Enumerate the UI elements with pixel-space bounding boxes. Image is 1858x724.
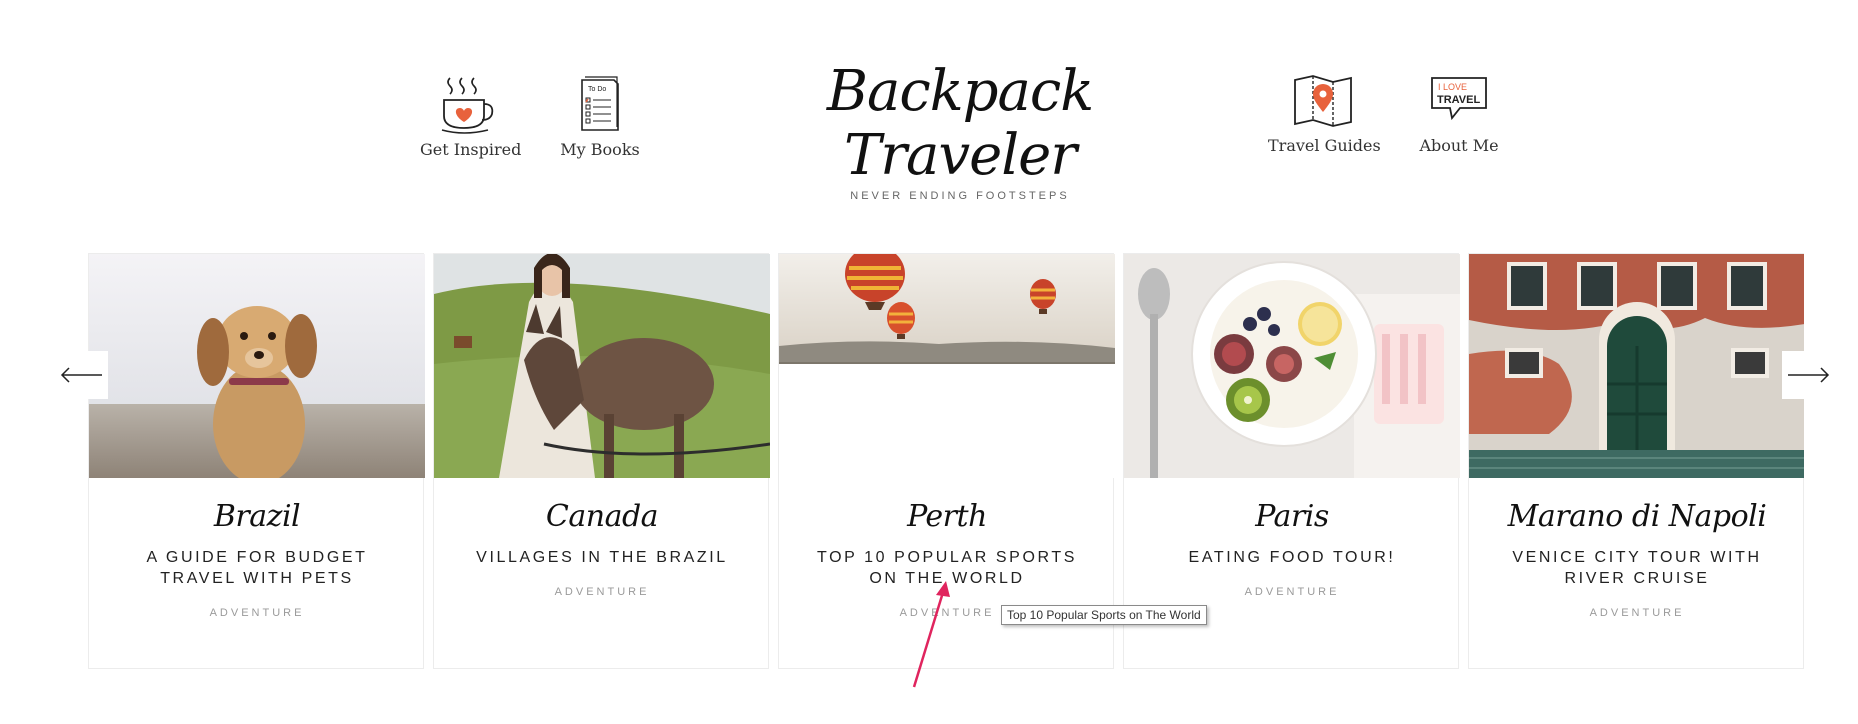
nav-label: About Me <box>1419 136 1499 155</box>
nav-label: My Books <box>560 140 640 159</box>
card-title-line1: VENICE CITY TOUR WITH <box>1512 549 1762 566</box>
slider-prev-button[interactable] <box>56 351 108 399</box>
title-tooltip: Top 10 Popular Sports on The World <box>1001 605 1207 625</box>
site-logo[interactable]: Backpack Traveler NEVER ENDING FOOTSTEPS <box>770 59 1150 203</box>
card-category[interactable]: ADVENTURE <box>434 586 770 598</box>
coffee-cup-icon <box>441 77 494 134</box>
nav-my-books[interactable]: To Do My Books <box>560 74 640 159</box>
card-title[interactable]: VILLAGES IN THE BRAZIL <box>452 547 752 568</box>
hot-air-balloons-photo[interactable] <box>779 254 1115 478</box>
nav-about-me[interactable]: I LOVE TRAVEL About Me <box>1418 74 1500 155</box>
post-card[interactable]: Canada VILLAGES IN THE BRAZIL ADVENTURE <box>433 253 770 669</box>
sign-line1: I LOVE <box>1438 82 1467 92</box>
venice-building-photo[interactable] <box>1469 254 1804 478</box>
fruit-bowl-photo[interactable] <box>1124 254 1460 478</box>
card-title-line2: RIVER CRUISE <box>1564 570 1710 587</box>
todo-icon-text: To Do <box>588 86 606 93</box>
arrow-left-icon <box>60 367 102 383</box>
card-location: Brazil <box>213 499 301 534</box>
card-title-line1: VILLAGES IN THE BRAZIL <box>476 549 728 566</box>
card-location: Marano di Napoli <box>1507 499 1767 534</box>
nav-get-inspired[interactable]: Get Inspired <box>420 74 522 159</box>
card-location: Canada <box>545 499 659 534</box>
nav-label: Travel Guides <box>1268 136 1381 155</box>
card-title-line1: EATING FOOD TOUR! <box>1188 549 1396 566</box>
card-body: Canada VILLAGES IN THE BRAZIL ADVENTURE <box>434 497 770 598</box>
card-title-line1: TOP 10 POPULAR SPORTS <box>816 549 1077 566</box>
card-title[interactable]: VENICE CITY TOUR WITH RIVER CRUISE <box>1487 547 1787 589</box>
card-body: Marano di Napoli VENICE CITY TOUR WITH R… <box>1469 497 1804 619</box>
annotation-arrow-icon <box>912 581 950 688</box>
i-love-travel-sign-icon: I LOVE TRAVEL <box>1431 77 1487 121</box>
map-pin-icon <box>1294 75 1352 127</box>
sign-line2: TRAVEL <box>1437 94 1480 106</box>
todo-list-icon: To Do <box>581 76 619 131</box>
card-title-line1: A GUIDE FOR BUDGET <box>146 549 368 566</box>
post-card[interactable]: Brazil A GUIDE FOR BUDGET TRAVEL WITH PE… <box>88 253 425 669</box>
card-location: Paris <box>1255 499 1329 534</box>
card-body: Paris EATING FOOD TOUR! ADVENTURE <box>1124 497 1460 598</box>
nav-travel-guides[interactable]: Travel Guides <box>1268 74 1381 155</box>
card-category[interactable]: ADVENTURE <box>1124 586 1460 598</box>
card-category[interactable]: ADVENTURE <box>89 607 425 619</box>
card-location: Perth <box>907 499 987 534</box>
card-title[interactable]: EATING FOOD TOUR! <box>1142 547 1442 568</box>
card-title-line2: TRAVEL WITH PETS <box>160 570 354 587</box>
arrow-right-icon <box>1788 367 1830 383</box>
logo-tagline: NEVER ENDING FOOTSTEPS <box>850 190 1070 202</box>
dog-on-beach-photo[interactable] <box>89 254 425 478</box>
post-card[interactable]: Marano di Napoli VENICE CITY TOUR WITH R… <box>1468 253 1804 669</box>
slider-next-button[interactable] <box>1782 351 1834 399</box>
woman-with-donkey-photo[interactable] <box>434 254 770 478</box>
card-body: Brazil A GUIDE FOR BUDGET TRAVEL WITH PE… <box>89 497 425 619</box>
card-category[interactable]: ADVENTURE <box>1469 607 1804 619</box>
logo-title: Backpack Traveler <box>826 59 1094 188</box>
nav-label: Get Inspired <box>420 140 522 159</box>
card-title[interactable]: A GUIDE FOR BUDGET TRAVEL WITH PETS <box>107 547 407 589</box>
